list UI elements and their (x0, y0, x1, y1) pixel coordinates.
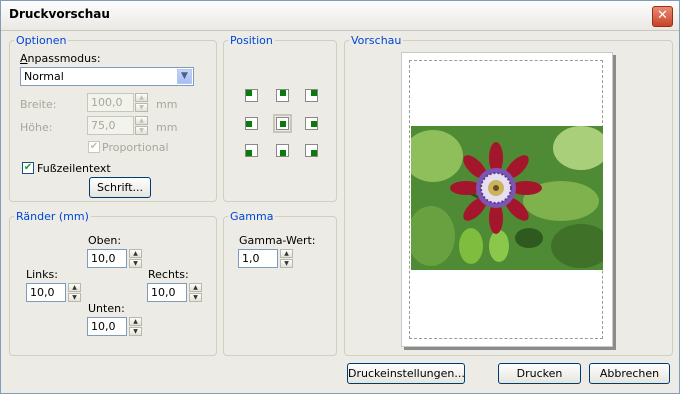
height-field[interactable]: 75,0 (87, 116, 134, 135)
margin-left-label: Links: (26, 268, 58, 281)
flower-image (411, 126, 603, 270)
arrow-down-icon[interactable]: ▼ (280, 259, 293, 268)
footer-text-label: Fußzeilentext (37, 162, 111, 175)
margin-top-stepper[interactable]: ▲ ▼ (129, 249, 142, 268)
arrow-down-icon[interactable]: ▼ (135, 126, 148, 135)
fit-mode-value: Normal (24, 70, 64, 83)
height-stepper[interactable]: ▲ ▼ (135, 116, 148, 135)
fit-mode-select[interactable]: Normal ▼ (20, 67, 194, 86)
margin-top-value: 10,0 (91, 252, 116, 265)
arrow-up-icon[interactable]: ▲ (129, 317, 142, 326)
arrow-down-icon[interactable]: ▼ (68, 293, 81, 302)
position-bottom-right[interactable] (305, 144, 318, 157)
width-value: 100,0 (91, 96, 123, 109)
font-button[interactable]: Schrift... (89, 177, 151, 198)
position-bottom-center[interactable] (276, 144, 289, 157)
height-value: 75,0 (91, 119, 116, 132)
gamma-legend: Gamma (230, 210, 274, 223)
height-unit: mm (156, 121, 178, 134)
gamma-label: Gamma-Wert: (239, 234, 316, 247)
position-top-left[interactable] (245, 89, 258, 102)
margin-left-field[interactable]: 10,0 (26, 283, 66, 302)
arrow-up-icon[interactable]: ▲ (135, 116, 148, 125)
position-middle-right[interactable] (305, 117, 318, 130)
print-preview-dialog: Druckvorschau ✕ Optionen Anpassmodus: No… (0, 0, 680, 394)
gamma-group: Gamma (223, 210, 337, 356)
width-label: Breite: (20, 98, 57, 111)
width-stepper[interactable]: ▲ ▼ (135, 93, 148, 112)
gamma-field[interactable]: 1,0 (238, 249, 278, 268)
options-legend: Optionen (16, 34, 67, 47)
arrow-up-icon[interactable]: ▲ (280, 249, 293, 258)
margin-bottom-field[interactable]: 10,0 (87, 317, 127, 336)
close-icon[interactable]: ✕ (652, 6, 673, 27)
position-middle-left[interactable] (245, 117, 258, 130)
arrow-up-icon[interactable]: ▲ (189, 283, 202, 292)
arrow-down-icon[interactable]: ▼ (129, 327, 142, 336)
preview-legend: Vorschau (351, 34, 402, 47)
position-bottom-left[interactable] (245, 144, 258, 157)
arrow-up-icon[interactable]: ▲ (68, 283, 81, 292)
margin-right-field[interactable]: 10,0 (147, 283, 187, 302)
print-settings-button[interactable]: Druckeinstellungen... (347, 363, 465, 384)
position-top-right[interactable] (305, 89, 318, 102)
position-center[interactable] (273, 114, 292, 133)
width-field[interactable]: 100,0 (87, 93, 134, 112)
window-title: Druckvorschau (9, 7, 110, 21)
arrow-up-icon[interactable]: ▲ (135, 93, 148, 102)
margin-top-label: Oben: (88, 234, 122, 247)
gamma-stepper[interactable]: ▲ ▼ (280, 249, 293, 268)
proportional-checkbox[interactable]: ✔ (88, 141, 100, 153)
margin-bottom-label: Unten: (88, 302, 125, 315)
margins-legend: Ränder (mm) (16, 210, 89, 223)
margin-right-value: 10,0 (151, 286, 176, 299)
chevron-down-icon[interactable]: ▼ (177, 69, 192, 84)
footer-text-checkbox[interactable]: ✔ (22, 162, 34, 174)
width-unit: mm (156, 98, 178, 111)
fit-mode-label: Anpassmodus: (20, 52, 101, 65)
proportional-label: Proportional (102, 141, 169, 154)
position-top-center[interactable] (276, 89, 289, 102)
arrow-up-icon[interactable]: ▲ (129, 249, 142, 258)
margin-left-value: 10,0 (30, 286, 55, 299)
margin-bottom-value: 10,0 (91, 320, 116, 333)
arrow-down-icon[interactable]: ▼ (135, 103, 148, 112)
cancel-button[interactable]: Abbrechen (589, 363, 670, 384)
margin-top-field[interactable]: 10,0 (87, 249, 127, 268)
preview-page (401, 52, 613, 347)
gamma-value: 1,0 (242, 252, 260, 265)
margin-left-stepper[interactable]: ▲ ▼ (68, 283, 81, 302)
print-button[interactable]: Drucken (498, 363, 581, 384)
margin-bottom-stepper[interactable]: ▲ ▼ (129, 317, 142, 336)
arrow-down-icon[interactable]: ▼ (189, 293, 202, 302)
height-label: Höhe: (20, 121, 53, 134)
arrow-down-icon[interactable]: ▼ (129, 259, 142, 268)
margin-right-label: Rechts: (148, 268, 189, 281)
title-bar[interactable]: Druckvorschau ✕ (1, 1, 679, 31)
position-legend: Position (230, 34, 273, 47)
margin-right-stepper[interactable]: ▲ ▼ (189, 283, 202, 302)
